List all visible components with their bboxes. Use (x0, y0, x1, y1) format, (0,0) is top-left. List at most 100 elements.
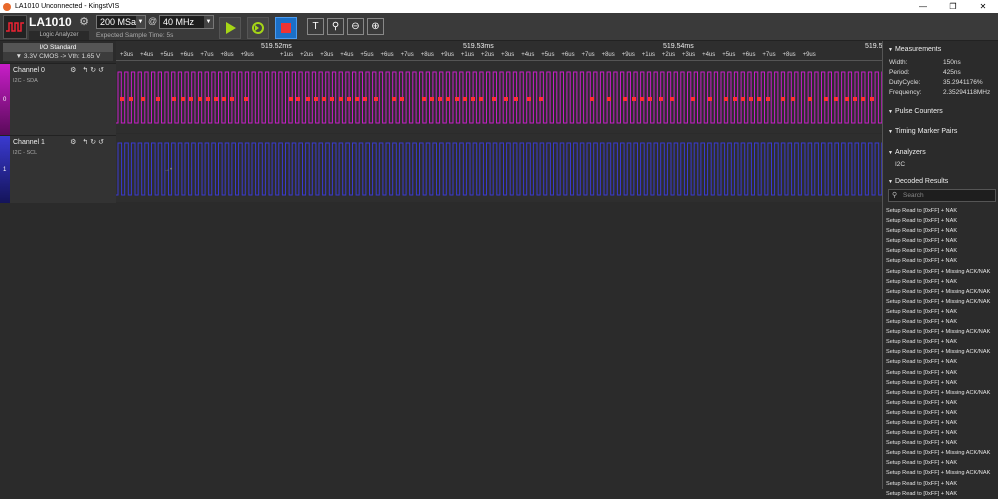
sda-decode-marker (853, 97, 857, 101)
waveform-area[interactable]: →• (116, 61, 882, 204)
time-ruler[interactable]: 519.52ms 519.53ms 519.54ms 519.5 +3us +4us +5u… (116, 41, 882, 61)
decoded-result-item[interactable]: Setup Read to [0xFF] + NAK (886, 236, 998, 246)
decoded-result-item[interactable]: Setup Read to [0xFF] + Missing ACK/NAK (886, 468, 998, 478)
sda-decode-marker (322, 97, 326, 101)
ruler-tick-label: +5us (360, 52, 374, 58)
decoded-results-section[interactable]: Decoded Results (883, 177, 998, 187)
device-settings-gear-icon[interactable]: ⚙ (78, 16, 90, 28)
channel-1-header[interactable]: 1 Channel 1 I2C - SCL ⚙ ↰↻↺ (0, 135, 116, 203)
ruler-major-label: 519.5 (865, 43, 882, 50)
text-tool-icon[interactable]: T (307, 18, 324, 35)
decoded-result-item[interactable]: Setup Read to [0xFF] + NAK (886, 368, 998, 378)
decoded-result-item[interactable]: Setup Read to [0xFF] + NAK (886, 246, 998, 256)
sda-decode-marker (244, 97, 248, 101)
zoom-fit-icon[interactable]: ⚲ (327, 18, 344, 35)
channel-1-trigger-icons[interactable]: ⚙ ↰↻↺ (70, 138, 106, 146)
measure-duty-label: DutyCycle: (889, 79, 921, 86)
restore-button[interactable]: ❐ (938, 2, 968, 11)
sda-decode-marker (296, 97, 300, 101)
ruler-major-label: 519.54ms (663, 43, 694, 50)
decoded-result-item[interactable]: Setup Read to [0xFF] + NAK (886, 317, 998, 327)
decoded-result-item[interactable]: Setup Read to [0xFF] + NAK (886, 277, 998, 287)
sda-decode-marker (339, 97, 343, 101)
sda-decode-marker (363, 97, 367, 101)
ruler-tick-label: +7us (762, 52, 776, 58)
zoom-out-icon[interactable]: ⊖ (347, 18, 364, 35)
analyzer-item-i2c[interactable]: I2C (895, 161, 905, 168)
minimize-button[interactable]: — (908, 2, 938, 11)
decoded-result-item[interactable]: Setup Read to [0xFF] + NAK (886, 256, 998, 266)
sample-depth-select[interactable]: 200 MSa ▼ (96, 15, 146, 29)
measure-period-value: 425ns (943, 69, 961, 76)
repeat-run-button[interactable] (247, 17, 269, 39)
ruler-tick-label: +6us (380, 52, 394, 58)
stop-button[interactable] (275, 17, 297, 39)
sda-decode-marker (861, 97, 865, 101)
decoded-result-item[interactable]: Setup Read to [0xFF] + NAK (886, 337, 998, 347)
sda-decode-marker (156, 97, 160, 101)
channel-1-analyzer-label: I2C - SCL (13, 150, 38, 156)
decoded-result-item[interactable]: Setup Read to [0xFF] + Missing ACK/NAK (886, 327, 998, 337)
decoded-result-item[interactable]: Setup Read to [0xFF] + Missing ACK/NAK (886, 448, 998, 458)
measure-frequency-value: 2.35294118MHz (943, 89, 991, 96)
decoded-result-item[interactable]: Setup Read to [0xFF] + Missing ACK/NAK (886, 287, 998, 297)
sda-decode-marker (749, 97, 753, 101)
pulse-counters-section[interactable]: Pulse Counters (883, 107, 998, 117)
ruler-tick-label: +7us (581, 52, 595, 58)
ruler-tick-label: +4us (340, 52, 354, 58)
decoded-result-item[interactable]: Setup Read to [0xFF] + NAK (886, 226, 998, 236)
decoded-result-item[interactable]: Setup Read to [0xFF] + NAK (886, 458, 998, 468)
sda-decode-marker (314, 97, 318, 101)
ruler-tick-label: +9us (440, 52, 454, 58)
decoded-result-item[interactable]: Setup Read to [0xFF] + NAK (886, 378, 998, 388)
sample-rate-select[interactable]: 40 MHz ▼ (159, 15, 214, 29)
channel-0-trigger-icons[interactable]: ⚙ ↰↻↺ (70, 66, 106, 74)
ruler-tick-label: +8us (420, 52, 434, 58)
ruler-tick-label: +6us (742, 52, 756, 58)
channel-1-name[interactable]: Channel 1 (13, 139, 45, 146)
decoded-result-item[interactable]: Setup Read to [0xFF] + Missing ACK/NAK (886, 297, 998, 307)
measurements-section[interactable]: Measurements (883, 45, 998, 55)
sda-decode-marker (347, 97, 351, 101)
sda-decode-marker (141, 97, 145, 101)
channel-0-name[interactable]: Channel 0 (13, 67, 45, 74)
sda-decode-marker (374, 97, 378, 101)
timing-marker-section[interactable]: Timing Marker Pairs (883, 127, 998, 137)
sda-decode-marker (757, 97, 761, 101)
sda-decode-marker (120, 97, 124, 101)
close-button[interactable]: ✕ (968, 2, 998, 11)
decoded-result-item[interactable]: Setup Read to [0xFF] + NAK (886, 307, 998, 317)
zoom-in-icon[interactable]: ⊕ (367, 18, 384, 35)
decoded-result-item[interactable]: Setup Read to [0xFF] + NAK (886, 479, 998, 489)
ruler-tick-label: +9us (621, 52, 635, 58)
ruler-tick-label: +5us (160, 52, 174, 58)
sda-decode-marker (422, 97, 426, 101)
measure-width-value: 150ns (943, 59, 961, 66)
decoded-result-item[interactable]: Setup Read to [0xFF] + NAK (886, 489, 998, 499)
decoded-result-item[interactable]: Setup Read to [0xFF] + NAK (886, 206, 998, 216)
decoded-result-item[interactable]: Setup Read to [0xFF] + NAK (886, 357, 998, 367)
start-button[interactable] (219, 17, 241, 39)
decoded-result-item[interactable]: Setup Read to [0xFF] + NAK (886, 438, 998, 448)
chevron-down-icon: ▼ (136, 16, 145, 28)
measure-duty-value: 35.2941176% (943, 79, 983, 86)
decoded-search-input[interactable]: ⚲ Search (888, 189, 996, 202)
io-standard-header: I/O Standard (3, 43, 113, 52)
decoded-result-item[interactable]: Setup Read to [0xFF] + NAK (886, 418, 998, 428)
sda-decode-marker (670, 97, 674, 101)
io-standard-select[interactable]: ▼ 3.3V CMOS -> Vth: 1.65 V (3, 52, 113, 61)
cursor-marker: →• (164, 167, 172, 173)
decoded-result-item[interactable]: Setup Read to [0xFF] + NAK (886, 408, 998, 418)
ruler-tick-label: +3us (320, 52, 334, 58)
sda-decode-marker (791, 97, 795, 101)
decoded-result-item[interactable]: Setup Read to [0xFF] + NAK (886, 216, 998, 226)
decoded-result-item[interactable]: Setup Read to [0xFF] + NAK (886, 428, 998, 438)
decoded-result-item[interactable]: Setup Read to [0xFF] + Missing ACK/NAK (886, 347, 998, 357)
decoded-result-item[interactable]: Setup Read to [0xFF] + Missing ACK/NAK (886, 388, 998, 398)
channel-0-analyzer-label: I2C - SDA (13, 78, 38, 84)
decoded-result-item[interactable]: Setup Read to [0xFF] + Missing ACK/NAK (886, 267, 998, 277)
analyzers-section[interactable]: Analyzers (883, 148, 998, 158)
channel-0-header[interactable]: 0 Channel 0 I2C - SDA ⚙ ↰↻↺ (0, 63, 116, 135)
title-bar: LA1010 Unconnected - KingstVIS — ❐ ✕ (0, 0, 998, 13)
decoded-result-item[interactable]: Setup Read to [0xFF] + NAK (886, 398, 998, 408)
